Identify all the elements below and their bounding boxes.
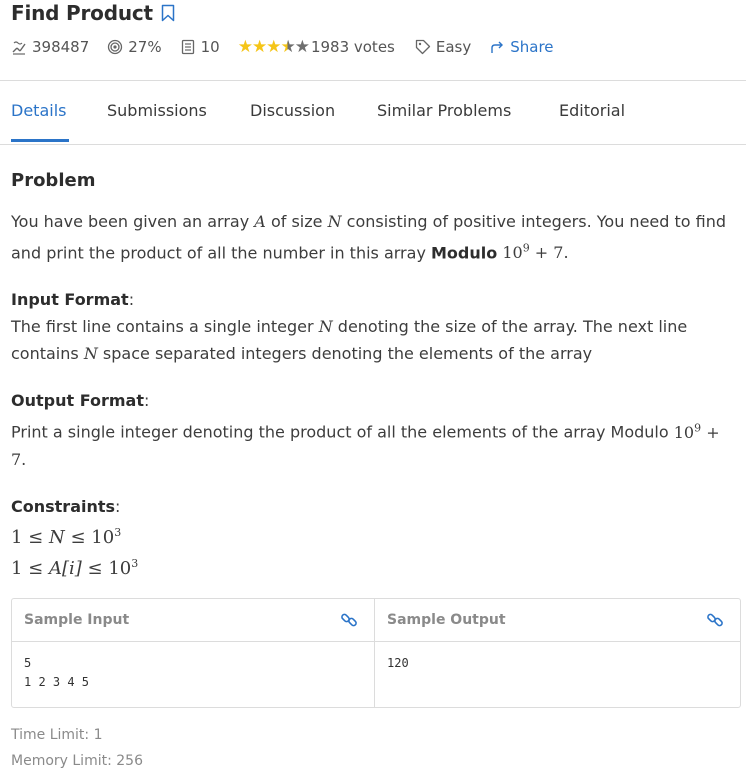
tab-bar: Details Submissions Discussion Similar P… [0, 80, 746, 145]
attempts-stat: 398487 [11, 38, 89, 56]
input-format-section: Input Format: The first line contains a … [11, 286, 736, 367]
submissions-stat: 10 [180, 38, 220, 56]
success-rate-value: 27% [128, 38, 162, 56]
tab-similar-problems[interactable]: Similar Problems [377, 101, 511, 120]
sample-io-box: Sample Input 5 1 2 3 4 5 Sample Output 1… [11, 598, 741, 708]
sample-input-label: Sample Input [24, 612, 130, 628]
sample-output-label: Sample Output [387, 612, 506, 628]
share-icon [491, 41, 504, 53]
link-icon[interactable] [340, 611, 358, 629]
sample-input-value: 5 1 2 3 4 5 [24, 656, 90, 689]
memory-limit: Memory Limit: 256 [11, 753, 143, 769]
output-format-text: Print a single integer denoting the prod… [11, 421, 720, 469]
share-button[interactable]: Share [489, 38, 554, 56]
share-label: Share [510, 38, 554, 56]
votes-count: 1983 votes [310, 38, 395, 56]
output-format-label: Output Format [11, 391, 144, 411]
input-format-label: Input Format [11, 290, 129, 310]
rating-stat: ★★★★★ 1983 votes [238, 37, 395, 57]
sample-input-panel: Sample Input 5 1 2 3 4 5 [12, 599, 375, 707]
limits-section: Time Limit: 1 Memory Limit: 256 [11, 722, 143, 770]
tab-discussion[interactable]: Discussion [250, 101, 335, 120]
constraint-n: 1 ≤ N ≤ 103 [11, 525, 122, 548]
problem-meta: 398487 27% 10 ★★★★★ 1983 votes Easy Shar… [11, 36, 572, 58]
attempts-icon [12, 41, 26, 55]
constraints-label: Constraints [11, 496, 116, 516]
constraint-a: 1 ≤ A[i] ≤ 103 [11, 556, 139, 579]
success-rate-stat: 27% [107, 38, 162, 56]
submissions-count: 10 [200, 38, 220, 56]
problem-heading: Problem [11, 170, 96, 191]
link-icon[interactable] [706, 611, 724, 629]
tag-icon [415, 39, 431, 55]
difficulty-stat: Easy [415, 38, 471, 56]
active-tab-indicator [11, 139, 69, 142]
sample-input-header: Sample Input [12, 599, 374, 642]
target-icon [108, 39, 123, 55]
tab-details[interactable]: Details [11, 101, 66, 120]
sample-output-panel: Sample Output 120 [375, 599, 740, 707]
bookmark-icon[interactable] [161, 4, 175, 22]
attempts-count: 398487 [32, 38, 90, 56]
sample-output-header: Sample Output [375, 599, 740, 642]
tab-editorial[interactable]: Editorial [559, 101, 625, 120]
input-format-text: The first line contains a single integer… [11, 317, 688, 364]
star-rating-icon: ★★★★★ [237, 37, 310, 57]
constraints-section: Constraints: 1 ≤ N ≤ 103 1 ≤ A[i] ≤ 103 [11, 493, 736, 582]
tab-submissions[interactable]: Submissions [107, 101, 207, 120]
document-icon [181, 39, 194, 55]
difficulty-value: Easy [435, 38, 472, 56]
problem-title: Find Product [11, 1, 153, 25]
title-row: Find Product [11, 0, 175, 26]
output-format-section: Output Format: Print a single integer de… [11, 387, 736, 472]
sample-output-value: 120 [387, 656, 409, 670]
problem-content: Problem You have been given an array A o… [11, 170, 736, 582]
problem-statement: You have been given an array A of size N… [11, 212, 727, 263]
time-limit: Time Limit: 1 [11, 727, 103, 743]
